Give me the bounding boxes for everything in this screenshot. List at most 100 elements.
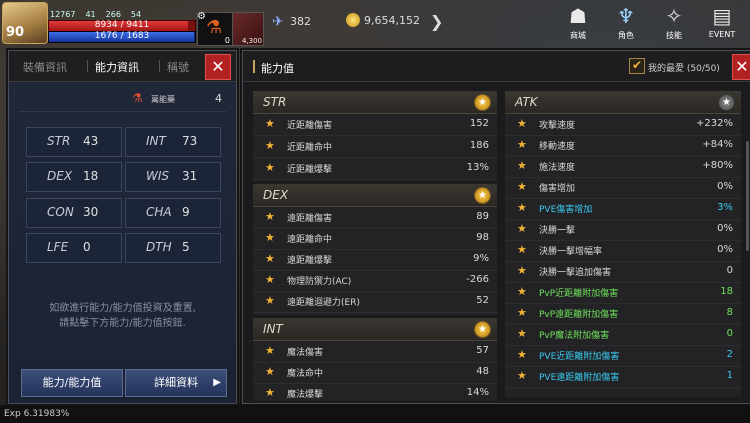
section-header: DEX ★ <box>253 184 497 207</box>
stat-row-value: 0 <box>726 265 733 276</box>
stat-row-name: 近距離傷害 <box>287 121 333 131</box>
stat-row-name: 物理防禦力(AC) <box>287 277 352 287</box>
elixir-label: 萬能藥 <box>151 95 175 104</box>
stat-row-name: 遠距離迴避力(ER) <box>287 298 360 308</box>
tab-equipment[interactable]: 裝備資訊 <box>23 59 67 75</box>
tab-title[interactable]: 稱號 <box>167 59 189 75</box>
section-header: ATK ★ <box>505 91 741 114</box>
character-label: 角色 <box>618 31 634 40</box>
stat-row-name: 決勝一擊增幅率 <box>539 247 603 257</box>
hint-line: 如欲進行能力/能力值投資及重置, <box>49 303 196 314</box>
star-icon[interactable]: ★ <box>517 264 527 277</box>
star-icon[interactable]: ★ <box>265 161 275 174</box>
character-info-panel: 裝備資訊 能力資訊 稱號 ✕ ⚗ 萬能藥 4 STR 43 INT 73 DEX… <box>8 50 237 404</box>
stat-box-str: STR 43 <box>26 127 122 157</box>
stat-row-name: 攻擊速度 <box>539 121 576 131</box>
stat-name: CON <box>47 205 74 219</box>
stat-name: LFE <box>47 240 69 254</box>
star-icon[interactable]: ★ <box>517 306 527 319</box>
elixir-icon: ⚗ <box>132 91 143 105</box>
stat-row-value: 0% <box>717 181 733 192</box>
star-icon[interactable]: ★ <box>517 327 527 340</box>
section-title: INT <box>263 322 283 336</box>
star-icon[interactable]: ★ <box>265 139 275 152</box>
tab-ability[interactable]: 能力資訊 <box>95 59 139 75</box>
stat-row-name: 施法速度 <box>539 163 576 173</box>
gear-icon: ⚙ <box>197 11 206 22</box>
star-icon[interactable]: ★ <box>517 138 527 151</box>
favorites-checkbox[interactable]: ✔ <box>629 58 645 74</box>
star-icon[interactable]: ★ <box>517 201 527 214</box>
shop-button[interactable]: ☗ 商城 <box>556 2 600 44</box>
stat-row-name: 決勝一擊追加傷害 <box>539 268 612 278</box>
ability-values-panel: 能力值 ✔ 我的最愛 (50/50) ✕ STR ★ ★ 近距離傷害 152 ★ 近距… <box>242 50 750 404</box>
star-icon[interactable]: ★ <box>474 187 491 204</box>
title-accent <box>253 60 255 73</box>
stat-row-value: 1 <box>726 370 733 381</box>
star-icon[interactable]: ★ <box>265 344 275 357</box>
star-icon[interactable]: ★ <box>517 285 527 298</box>
star-icon[interactable]: ★ <box>265 210 275 223</box>
star-icon[interactable]: ★ <box>718 94 735 111</box>
section-str: STR ★ ★ 近距離傷害 152 ★ 近距離命中 186 ★ 近距離爆擊 13% <box>253 91 497 181</box>
section-title: ATK <box>515 95 538 109</box>
stat-value: 5 <box>182 240 190 254</box>
character-button[interactable]: ♆ 角色 <box>604 2 648 44</box>
skill-button[interactable]: ✧ 技能 <box>652 2 696 44</box>
star-icon[interactable]: ★ <box>265 273 275 286</box>
shop-label: 商城 <box>570 31 586 40</box>
ability-button-label: 能力/能力值 <box>42 376 102 389</box>
ability-button[interactable]: 能力/能力值 <box>21 369 123 397</box>
stat-row: ★ 施法速度 +80% <box>505 156 741 178</box>
star-icon[interactable]: ★ <box>517 159 527 172</box>
stat-row: ★ 決勝一擊 0% <box>505 219 741 241</box>
stat-row-name: PvP魔法附加傷害 <box>539 331 610 341</box>
stat-row: ★ PVE近距離附加傷害 2 <box>505 345 741 367</box>
star-icon[interactable]: ★ <box>265 365 275 378</box>
star-icon[interactable]: ★ <box>517 180 527 193</box>
star-icon[interactable]: ★ <box>474 94 491 111</box>
stat-row-value: 18 <box>720 286 733 297</box>
exp-text: Exp 6.31983% <box>4 409 70 419</box>
close-right-panel-button[interactable]: ✕ <box>732 54 750 80</box>
stat-row-value: 9% <box>473 253 489 264</box>
section-dex: DEX ★ ★ 遠距離傷害 89 ★ 遠距離命中 98 ★ 遠距離爆擊 9% ★ 物理防禦力(… <box>253 184 497 315</box>
star-icon[interactable]: ★ <box>517 222 527 235</box>
star-icon[interactable]: ★ <box>474 321 491 338</box>
wing-icon: ✈ <box>272 14 284 30</box>
stat-value: 30 <box>83 205 99 219</box>
star-icon[interactable]: ★ <box>265 117 275 130</box>
stat-row-name: 移動速度 <box>539 142 576 152</box>
star-icon[interactable]: ★ <box>517 117 527 130</box>
star-icon[interactable]: ★ <box>517 369 527 382</box>
section-header: STR ★ <box>253 91 497 114</box>
star-icon[interactable]: ★ <box>517 243 527 256</box>
stat-row-name: PvP遠距離附加傷害 <box>539 310 619 320</box>
skill-quickslot[interactable]: 4,300 <box>232 12 264 46</box>
star-icon[interactable]: ★ <box>265 294 275 307</box>
star-icon[interactable]: ★ <box>517 348 527 361</box>
panel-title: 能力值 <box>261 62 294 75</box>
stat-row: ★ PVE遠距離附加傷害 1 <box>505 366 741 388</box>
skill-label: 技能 <box>666 31 682 40</box>
stat-row-value: 3% <box>717 202 733 213</box>
close-left-panel-button[interactable]: ✕ <box>205 54 231 80</box>
top-menu: ☗ 商城 ♆ 角色 ✧ 技能 ▤ EVENT <box>556 2 744 44</box>
stat-row-name: PVE遠距離附加傷害 <box>539 373 620 383</box>
event-button[interactable]: ▤ EVENT <box>700 2 744 44</box>
shop-icon: ☗ <box>569 4 587 28</box>
star-icon[interactable]: ★ <box>265 386 275 399</box>
stat-row-name: PvP近距離附加傷害 <box>539 289 619 299</box>
stat-row: ★ 近距離傷害 152 <box>253 114 497 136</box>
mp-text: 1676 / 1683 <box>94 31 150 41</box>
stat-row: ★ 傷害增加 0% <box>505 177 741 199</box>
scrollbar[interactable] <box>746 141 749 251</box>
gold-coin-icon <box>346 13 360 27</box>
star-icon[interactable]: ★ <box>265 252 275 265</box>
chevron-right-icon[interactable]: ❯ <box>430 12 443 31</box>
star-icon[interactable]: ★ <box>265 231 275 244</box>
stat-row: ★ 決勝一擊增幅率 0% <box>505 240 741 262</box>
detail-button[interactable]: 詳細資料 ▶ <box>125 369 227 397</box>
close-icon: ✕ <box>735 57 749 76</box>
mini-stats: 12767 41 266 54 <box>50 10 141 19</box>
